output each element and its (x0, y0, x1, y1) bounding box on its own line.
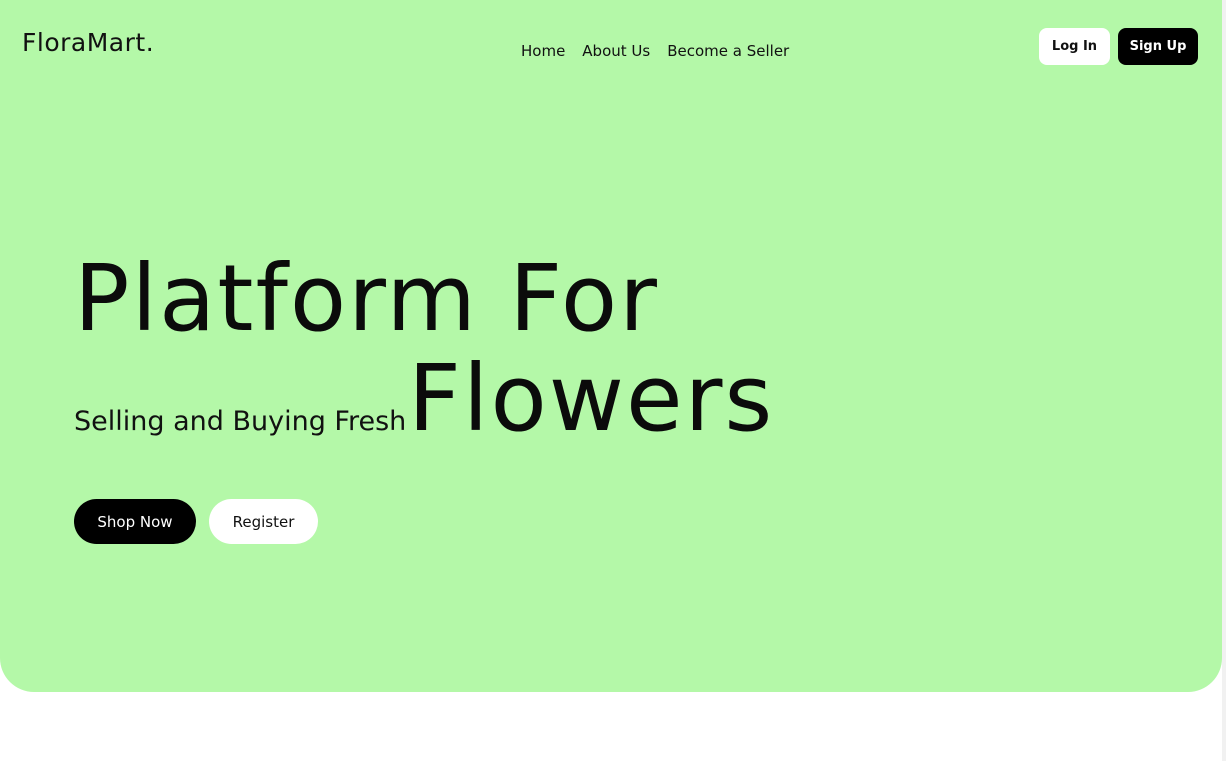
scrollbar-track[interactable] (1222, 0, 1226, 761)
nav-item-become-seller[interactable]: Become a Seller (667, 42, 789, 60)
register-button[interactable]: Register (209, 499, 318, 544)
signup-button[interactable]: Sign Up (1118, 28, 1198, 65)
hero-section: FloraMart. Home About Us Become a Seller… (0, 0, 1222, 692)
hero-headline-line1: Platform For (74, 245, 659, 352)
brand-logo[interactable]: FloraMart. (22, 28, 154, 57)
login-button[interactable]: Log In (1039, 28, 1110, 65)
nav-item-home[interactable]: Home (521, 42, 565, 60)
hero-subline: Selling and Buying Fresh (74, 406, 407, 437)
shop-now-button[interactable]: Shop Now (74, 499, 196, 544)
hero-headline-line2: Flowers (408, 345, 775, 452)
main-nav: Home About Us Become a Seller (521, 42, 789, 60)
nav-item-about-us[interactable]: About Us (582, 42, 650, 60)
